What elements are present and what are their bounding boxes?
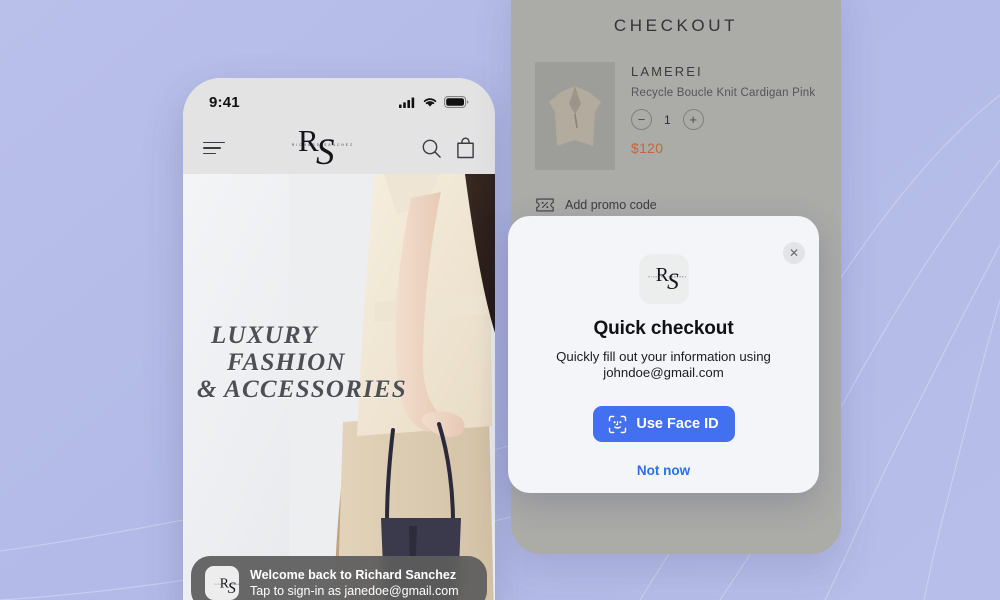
hero-banner: LUXURY FASHION & ACCESSORIES R S RICHARD… — [183, 174, 495, 600]
toast-logo-letter-s: S — [227, 579, 236, 598]
logo-letter-s: S — [316, 132, 335, 173]
wifi-icon — [423, 98, 437, 107]
modal-logo-subtitle: RICHARD SANCHEZ — [647, 275, 687, 279]
hamburger-menu-icon[interactable] — [203, 141, 225, 155]
face-id-icon — [609, 415, 627, 433]
search-icon[interactable] — [421, 138, 442, 159]
screenshot-canvas: 9:41 R S RICHARD SANCHEZ LUXURY FASHION … — [0, 0, 1000, 600]
modal-body-line-1: Quickly fill out your information using — [556, 349, 771, 364]
modal-body: Quickly fill out your information using … — [508, 349, 819, 380]
coupon-ticket-icon — [536, 198, 554, 212]
product-brand: LAMEREI — [631, 64, 703, 79]
quick-checkout-modal: ✕ R S RICHARD SANCHEZ Quick checkout Qui… — [508, 216, 819, 493]
battery-icon — [444, 96, 469, 108]
close-icon[interactable]: ✕ — [783, 242, 805, 264]
modal-logo-letter-s: S — [666, 268, 679, 295]
status-bar: 9:41 — [183, 78, 495, 122]
quantity-decrease-button[interactable]: − — [631, 109, 652, 130]
status-bar-time: 9:41 — [209, 93, 240, 111]
cart-item-details: LAMEREI Recycle Boucle Knit Cardigan Pin… — [631, 62, 815, 170]
toast-logo-subtitle: RICHARD SANCHEZ — [214, 583, 239, 586]
add-promo-code-label: Add promo code — [565, 198, 657, 212]
checkout-title: CHECKOUT — [613, 16, 739, 35]
hero-line-1: LUXURY — [211, 322, 318, 349]
modal-title: Quick checkout — [593, 318, 734, 339]
toast-subtitle: Tap to sign-in as janedoe@gmail.com — [250, 584, 459, 598]
logo-subtitle: RICHARD SANCHEZ — [291, 143, 355, 147]
modal-body-line-2: johndoe@gmail.com — [603, 364, 724, 380]
phone-mockup: 9:41 R S RICHARD SANCHEZ LUXURY FASHION … — [183, 78, 495, 600]
navbar-actions — [421, 137, 475, 159]
use-face-id-label: Use Face ID — [636, 416, 719, 433]
hero-line-2: FASHION — [227, 349, 346, 376]
cellular-signal-icon — [399, 97, 415, 108]
quantity-value: 1 — [664, 112, 671, 127]
not-now-button[interactable]: Not now — [508, 463, 819, 478]
cart-item-row: LAMEREI Recycle Boucle Knit Cardigan Pin… — [535, 62, 841, 170]
status-bar-icons — [399, 96, 469, 108]
quantity-stepper: − 1 + — [631, 109, 815, 130]
hero-line-3: & ACCESSORIES — [197, 376, 407, 403]
brand-logo[interactable]: R S RICHARD SANCHEZ — [286, 124, 360, 172]
shopping-bag-icon[interactable] — [456, 137, 475, 159]
toast-title: Welcome back to Richard Sanchez — [250, 567, 457, 582]
hero-headline: LUXURY FASHION & ACCESSORIES — [197, 322, 487, 403]
background-decorative-curves — [0, 94, 1000, 600]
quantity-increase-button[interactable]: + — [682, 109, 704, 130]
toast-text: Welcome back to Richard Sanchez Tap to s… — [250, 567, 459, 600]
product-price: $120 — [631, 140, 664, 156]
app-logo-icon: R S RICHARD SANCHEZ — [205, 566, 239, 600]
signin-toast[interactable]: R S RICHARD SANCHEZ Welcome back to Rich… — [191, 556, 487, 600]
product-cardigan-image — [535, 62, 615, 170]
phone-navbar: R S RICHARD SANCHEZ — [183, 122, 495, 174]
product-description: Recycle Boucle Knit Cardigan Pink — [631, 87, 816, 99]
add-promo-code-row[interactable]: Add promo code — [535, 198, 841, 212]
product-thumbnail[interactable] — [535, 62, 615, 170]
app-logo-icon: R S RICHARD SANCHEZ — [638, 254, 689, 304]
use-face-id-button[interactable]: Use Face ID — [592, 406, 735, 443]
